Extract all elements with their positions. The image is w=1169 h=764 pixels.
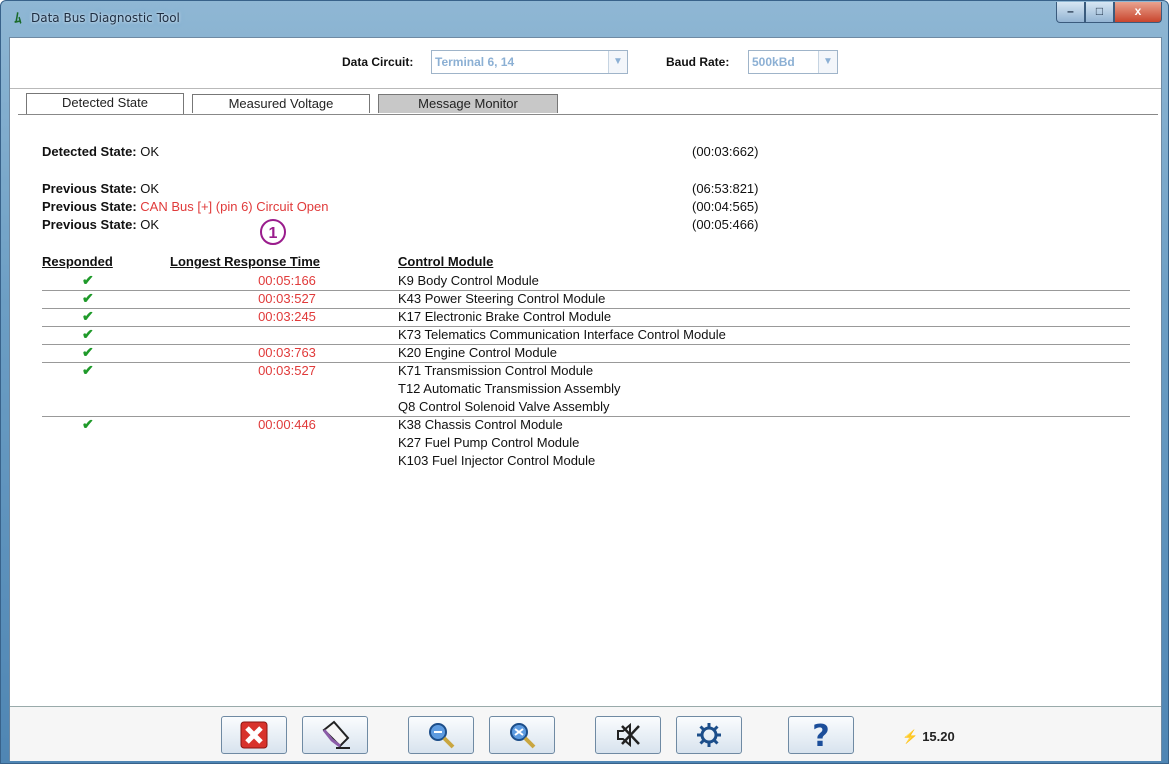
module-name-cell: K17 Electronic Brake Control Module [398, 309, 612, 324]
module-name-cell: K27 Fuel Pump Control Module [398, 435, 580, 450]
state-timestamp: (00:05:466) [692, 217, 759, 232]
window-controls: – □ x [1056, 2, 1162, 24]
close-x-button[interactable] [221, 716, 287, 754]
response-time-cell: 00:00:446 [258, 417, 316, 432]
table-row: ✔ 00:00:446 K38 Chassis Control Module [42, 416, 1130, 434]
circuit-toolbar: Data Circuit: Terminal 6, 14 ▼ Baud Rate… [10, 38, 1161, 89]
voltage-readout: ⚡ 15.20 [902, 729, 955, 745]
state-row: Detected State: OK [42, 144, 159, 159]
module-name-cell: K38 Chassis Control Module [398, 417, 563, 432]
control-module-column-header: Control Module [398, 254, 494, 269]
state-label: Previous State: [42, 199, 137, 214]
baud-rate-value: 500kBd [752, 55, 795, 69]
minimize-button[interactable]: – [1056, 2, 1085, 23]
module-name-cell: Q8 Control Solenoid Valve Assembly [398, 399, 610, 414]
mute-button[interactable] [595, 716, 661, 754]
close-window-button[interactable]: x [1114, 2, 1162, 23]
response-time-cell: 00:03:527 [258, 363, 316, 378]
state-timestamp: (00:04:565) [692, 199, 759, 214]
state-row: Previous State: OK [42, 181, 159, 196]
table-row: T12 Automatic Transmission Assembly [42, 380, 1130, 398]
check-icon: ✔ [82, 290, 94, 306]
zoom-in-button[interactable] [408, 716, 474, 754]
magnifier-minus-icon [510, 723, 536, 749]
response-time-cell: 00:03:763 [258, 345, 316, 360]
app-logo-icon: ﾑ [14, 10, 22, 26]
response-time-column-header: Longest Response Time [170, 254, 321, 269]
bottom-toolbar: ? ⚡ 15.20 [10, 706, 1161, 761]
gear-icon [697, 723, 721, 747]
module-name-cell: T12 Automatic Transmission Assembly [398, 381, 621, 396]
state-label: Previous State: [42, 181, 137, 196]
state-row: Previous State: CAN Bus [+] (pin 6) Circ… [42, 199, 329, 214]
close-x-icon [240, 721, 268, 749]
check-icon: ✔ [82, 362, 94, 378]
callout-marker: 1 [260, 219, 286, 245]
app-window: ﾑ Data Bus Diagnostic Tool – □ x Data Ci… [0, 0, 1169, 764]
check-icon: ✔ [82, 344, 94, 360]
state-label: Previous State: [42, 217, 137, 232]
speaker-mute-icon [617, 722, 640, 748]
data-circuit-select[interactable]: Terminal 6, 14 ▼ [431, 50, 628, 74]
state-value: CAN Bus [+] (pin 6) Circuit Open [140, 199, 329, 214]
tab-strip: Detected State Measured Voltage Message … [18, 92, 1158, 115]
tab-detected-state[interactable]: Detected State [26, 93, 184, 114]
table-row: K103 Fuel Injector Control Module [42, 452, 1130, 470]
state-label: Detected State: [42, 144, 137, 159]
state-value: OK [140, 181, 160, 196]
module-name-cell: K103 Fuel Injector Control Module [398, 453, 596, 468]
table-row: ✔ 00:05:166 K9 Body Control Module [42, 272, 1130, 290]
table-row: Q8 Control Solenoid Valve Assembly [42, 398, 1130, 416]
state-value: OK [140, 144, 160, 159]
erase-button[interactable] [302, 716, 368, 754]
table-row: ✔ 00:03:527 K43 Power Steering Control Mod… [42, 290, 1130, 308]
table-row: ✔ 00:03:763 K20 Engine Control Module [42, 344, 1130, 362]
check-icon: ✔ [82, 326, 94, 342]
chevron-down-icon[interactable]: ▼ [818, 51, 837, 73]
module-name-cell: K9 Body Control Module [398, 273, 539, 288]
check-icon: ✔ [82, 416, 94, 432]
state-timestamp: (06:53:821) [692, 181, 759, 196]
check-icon: ✔ [82, 308, 94, 324]
table-row: ✔ 00:03:527 K71 Transmission Control Modul… [42, 362, 1130, 380]
maximize-button[interactable]: □ [1085, 2, 1114, 23]
lightning-icon: ⚡ [902, 729, 919, 744]
check-icon: ✔ [82, 272, 94, 288]
state-value: OK [140, 217, 160, 232]
client-area: Data Circuit: Terminal 6, 14 ▼ Baud Rate… [9, 37, 1162, 761]
data-circuit-label: Data Circuit: [342, 55, 414, 69]
table-row: ✔ 00:03:245 K17 Electronic Brake Control M… [42, 308, 1130, 326]
table-row: K27 Fuel Pump Control Module [42, 434, 1130, 452]
zoom-out-button[interactable] [489, 716, 555, 754]
responded-column-header: Responded [42, 254, 113, 269]
baud-rate-select[interactable]: 500kBd ▼ [748, 50, 838, 74]
module-name-cell: K73 Telematics Communication Interface C… [398, 327, 726, 342]
question-icon: ? [812, 719, 829, 751]
chevron-down-icon[interactable]: ▼ [608, 51, 627, 73]
magnifier-plus-icon [429, 723, 455, 749]
window-title: Data Bus Diagnostic Tool [31, 11, 180, 25]
state-row: Previous State: OK [42, 217, 159, 232]
table-row: ✔ K73 Telematics Communication Interface … [42, 326, 1130, 344]
data-circuit-value: Terminal 6, 14 [435, 55, 515, 69]
help-button[interactable]: ? [788, 716, 854, 754]
svg-text:?: ? [812, 719, 829, 751]
state-timestamp: (00:03:662) [692, 144, 759, 159]
response-time-cell: 00:03:245 [258, 309, 316, 324]
tab-measured-voltage[interactable]: Measured Voltage [192, 94, 370, 113]
voltage-value: 15.20 [922, 729, 955, 744]
module-name-cell: K71 Transmission Control Module [398, 363, 594, 378]
response-time-cell: 00:05:166 [258, 273, 316, 288]
response-time-cell: 00:03:527 [258, 291, 316, 306]
eraser-icon [322, 720, 350, 749]
baud-rate-label: Baud Rate: [666, 55, 730, 69]
module-name-cell: K20 Engine Control Module [398, 345, 557, 360]
tab-message-monitor[interactable]: Message Monitor [378, 94, 558, 113]
module-name-cell: K43 Power Steering Control Module [398, 291, 606, 306]
settings-button[interactable] [676, 716, 742, 754]
title-bar[interactable]: ﾑ Data Bus Diagnostic Tool – □ x [1, 1, 1168, 37]
